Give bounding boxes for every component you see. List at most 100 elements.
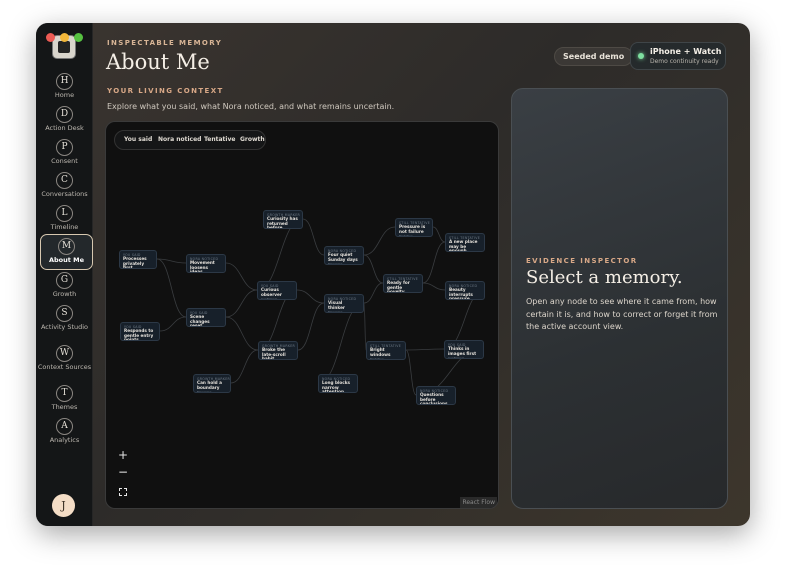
context-sources-icon: W <box>56 345 73 362</box>
graph-edge <box>432 226 446 243</box>
sidebar-item-about-me[interactable]: M About Me <box>40 234 93 270</box>
zoom-in-button[interactable]: + <box>115 448 131 463</box>
memory-node-text: Curious observer <box>261 287 282 297</box>
page-eyebrow: INSPECTABLE MEMORY <box>107 39 223 47</box>
sidebar-item-context-sources[interactable]: W Context Sources <box>36 345 93 372</box>
graph-edge <box>302 218 325 256</box>
seeded-demo-badge[interactable]: Seeded demo <box>554 47 634 66</box>
minimize-window-button[interactable] <box>60 33 69 42</box>
memory-node-text: Thinks in images first <box>448 346 477 356</box>
memory-node[interactable]: YOU SAIDResponds to gentle entry pointsC… <box>120 322 160 341</box>
sidebar-item-activity-studio[interactable]: S Activity Studio <box>36 305 93 332</box>
inspector-title: Select a memory. <box>526 267 683 288</box>
memory-node[interactable]: GROWTH MARKER Broke the late-scroll habit… <box>258 341 298 360</box>
sidebar-item-label: Activity Studio <box>40 323 89 331</box>
graph-edge <box>422 241 446 284</box>
memory-node-text: Processes privately first <box>123 256 147 269</box>
memory-node[interactable]: NORA NOTICEDMovement loosens ideasEmergi… <box>186 254 226 273</box>
evidence-inspector-panel: EVIDENCE INSPECTOR Select a memory. Open… <box>511 88 728 509</box>
memory-node[interactable]: STILL TENTATIVE A new place may be enough… <box>445 233 485 252</box>
inspector-eyebrow: EVIDENCE INSPECTOR <box>526 257 638 265</box>
memory-node[interactable]: YOU SAID Curious observer Confirmed <box>257 281 297 300</box>
section-description: Explore what you said, what Nora noticed… <box>107 102 395 111</box>
tab-nora-noticed[interactable]: Nora noticed <box>158 131 201 149</box>
graph-edges <box>156 218 486 396</box>
sidebar-item-consent[interactable]: P Consent <box>36 139 93 166</box>
memory-node-text: Pressure is not failure <box>399 224 426 234</box>
sidebar-item-home[interactable]: H Home <box>36 73 93 100</box>
close-window-button[interactable] <box>46 33 55 42</box>
memory-node-confidence: Emerging <box>197 390 212 393</box>
memory-node[interactable]: NORA NOTICED Questions before conclusions… <box>416 386 456 405</box>
memory-graph-panel[interactable]: You said Nora noticed Tentative Growth Y… <box>105 121 499 509</box>
graph-edge <box>405 348 445 351</box>
memory-node[interactable]: GROWTH MARKER Can hold a boundary Emerging <box>193 374 231 393</box>
analytics-icon: A <box>56 418 73 435</box>
sidebar-item-label: Growth <box>52 290 77 298</box>
graph-edge <box>363 282 384 304</box>
sidebar-item-label: Timeline <box>50 223 79 231</box>
graph-edge <box>317 302 365 384</box>
sidebar-item-themes[interactable]: T Themes <box>36 385 93 412</box>
react-flow-attribution[interactable]: React Flow <box>460 497 497 508</box>
memory-node[interactable]: NORA NOTICEDBeauty interrupts pressureEm… <box>445 281 485 300</box>
memory-node-text: Can hold a boundary <box>197 380 222 390</box>
themes-icon: T <box>56 385 73 402</box>
memory-node-confidence: Confirmed <box>448 356 464 359</box>
growth-icon: G <box>56 272 73 289</box>
sidebar-item-label: About Me <box>48 256 85 264</box>
sidebar-item-conversations[interactable]: C Conversations <box>36 172 93 199</box>
tab-tentative[interactable]: Tentative <box>204 131 235 149</box>
consent-icon: P <box>56 139 73 156</box>
memory-node[interactable]: NORA NOTICED Four quiet Sunday days Emergi… <box>324 246 364 265</box>
zoom-window-button[interactable] <box>74 33 83 42</box>
tab-growth[interactable]: Growth <box>240 131 265 149</box>
memory-node[interactable]: STILL TENTATIVEReady for gentle noveltyT… <box>383 274 423 293</box>
device-status-card[interactable]: iPhone + Watch Demo continuity ready <box>630 42 726 70</box>
memory-node[interactable]: YOU SAID Thinks in images first Confirmed <box>444 340 484 359</box>
device-subtitle: Demo continuity ready <box>650 58 719 65</box>
memory-node[interactable]: YOU SAIDProcesses privately firstConfirm… <box>119 250 157 269</box>
graph-filter-tabs: You said Nora noticed Tentative Growth <box>114 130 266 150</box>
sidebar-item-label: Analytics <box>49 436 80 444</box>
graph-edge <box>363 254 384 284</box>
memory-node-text: Long blocks narrow attention <box>322 380 351 393</box>
memory-node[interactable]: STILL TENTATIVE Pressure is not failure Te… <box>395 218 433 237</box>
section-label: YOUR LIVING CONTEXT <box>107 87 224 95</box>
page-title: About Me <box>106 50 210 74</box>
inspector-body: Open any node to see where it came from,… <box>526 297 718 331</box>
user-avatar[interactable]: J <box>52 494 75 517</box>
memory-node-text: Questions before conclusions <box>420 392 448 405</box>
memory-node[interactable]: NORA NOTICED Visual thinker Emerging <box>324 294 364 313</box>
memory-node[interactable]: NORA NOTICED Long blocks narrow attention… <box>318 374 358 393</box>
app-window: H Home D Action Desk P Consent C Conversations L… <box>36 23 750 526</box>
graph-edge <box>230 349 259 384</box>
memory-node-text: Four quiet Sunday days <box>328 252 358 262</box>
sidebar-item-label: Conversations <box>41 190 88 198</box>
memory-node-confidence: Tentative <box>370 357 384 360</box>
memory-node-text: Responds to gentle entry points <box>124 328 154 341</box>
sidebar-item-analytics[interactable]: A Analytics <box>36 418 93 445</box>
sidebar-item-label: Themes <box>51 403 78 411</box>
sidebar-item-growth[interactable]: G Growth <box>36 272 93 299</box>
graph-edge <box>225 262 258 291</box>
conversations-icon: C <box>56 172 73 189</box>
sidebar-item-label: Home <box>54 91 75 99</box>
graph-edge <box>363 226 396 256</box>
memory-node-confidence: Tentative <box>399 234 413 237</box>
memory-node[interactable]: STILL TENTATIVE Bright windows Tentative <box>366 341 406 360</box>
memory-node-text: Bright windows <box>370 347 391 357</box>
fit-view-icon[interactable] <box>119 488 127 496</box>
graph-edge <box>422 282 446 291</box>
memory-node[interactable]: GROWTH MARKER Curiosity has returned befo… <box>263 210 303 229</box>
memory-node-confidence: Emerging <box>328 262 343 265</box>
sidebar-item-timeline[interactable]: L Timeline <box>36 205 93 232</box>
sidebar-item-label: Context Sources <box>37 363 92 371</box>
sidebar-item-action-desk[interactable]: D Action Desk <box>36 106 93 133</box>
graph-edge <box>256 218 304 291</box>
zoom-out-button[interactable]: − <box>115 465 131 480</box>
memory-node-text: Movement loosens ideas <box>190 260 215 273</box>
memory-node[interactable]: YOU SAIDScene changes reset attentionCon… <box>186 308 226 327</box>
tab-you-said[interactable]: You said <box>124 131 152 149</box>
memory-node-text: Visual thinker <box>328 300 345 310</box>
